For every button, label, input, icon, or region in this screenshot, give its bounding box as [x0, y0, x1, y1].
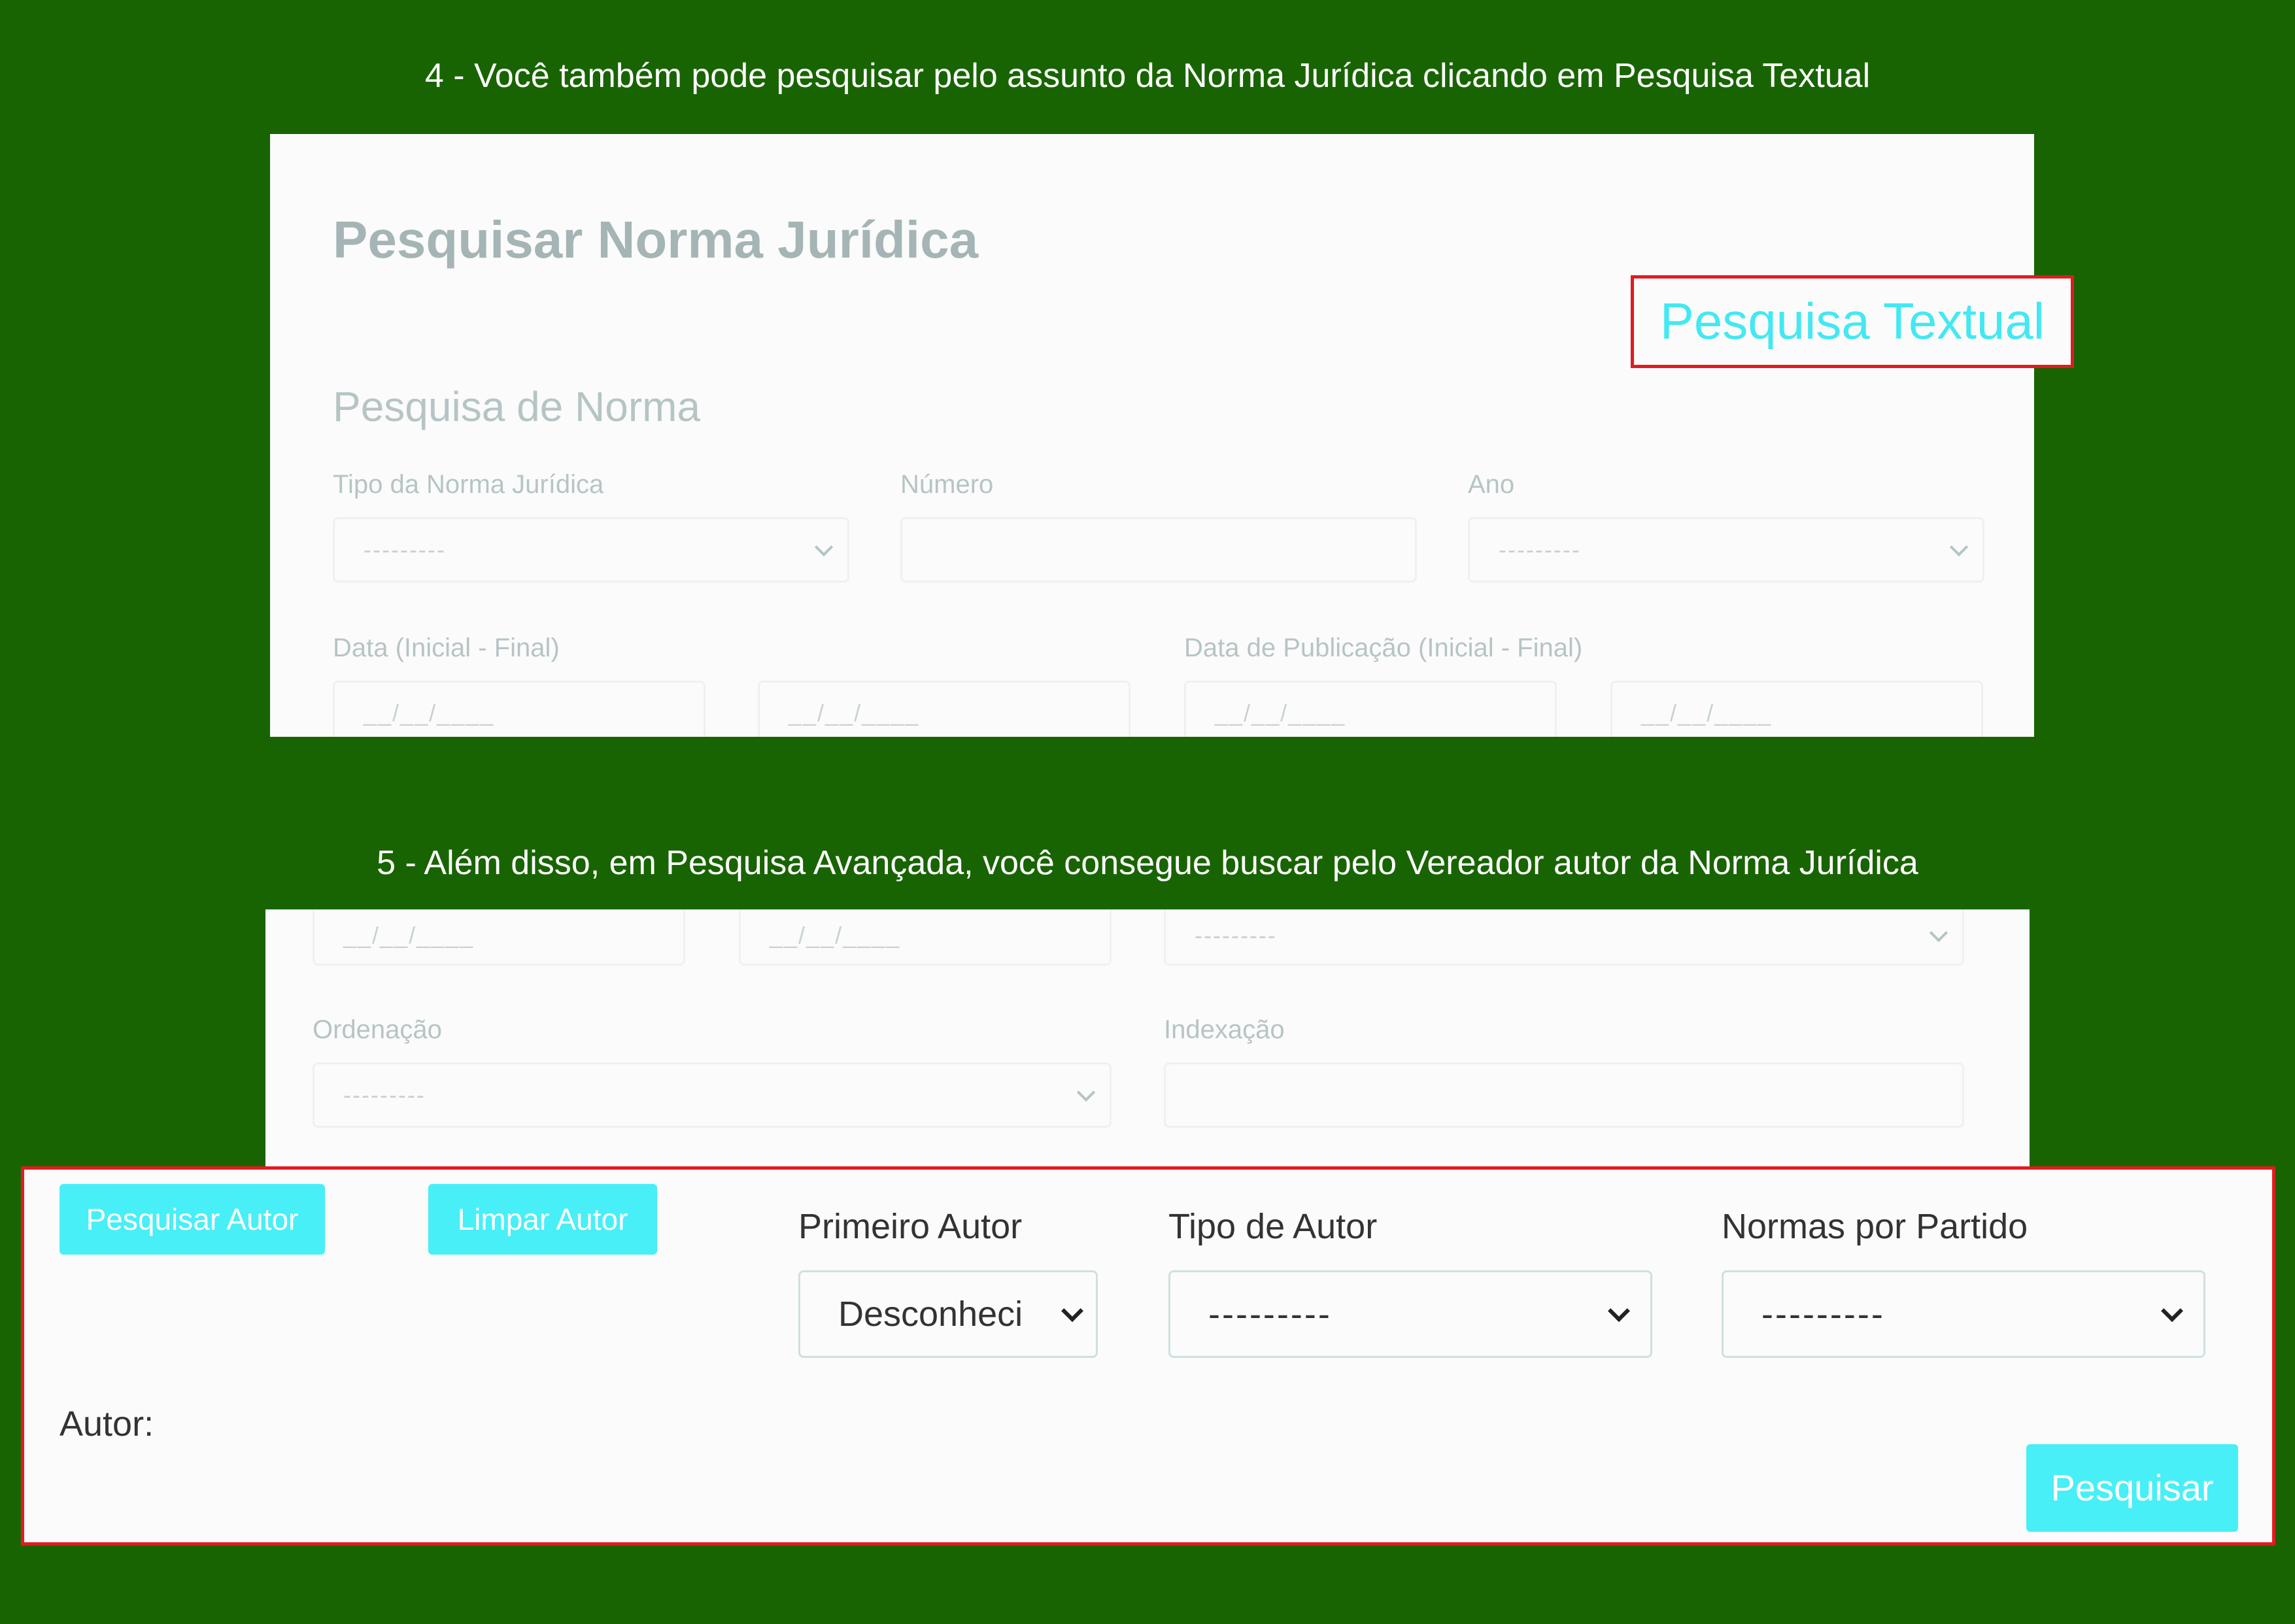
pesquisa-textual-link[interactable]: Pesquisa Textual: [1631, 275, 2074, 368]
step-4-caption: 4 - Você também pode pesquisar pelo assu…: [424, 57, 1871, 95]
tipo-autor-select[interactable]: ---------: [1168, 1270, 1652, 1358]
step-5-caption: 5 - Além disso, em Pesquisa Avançada, vo…: [377, 844, 1918, 882]
advanced-search-panel: __/__/____ __/__/____ --------- Ordenaçã…: [265, 909, 2030, 1171]
publicacao-inicial-input[interactable]: __/__/____: [1184, 681, 1557, 737]
primeiro-autor-label: Primeiro Autor: [798, 1207, 1023, 1246]
date-b-input[interactable]: __/__/____: [739, 909, 1112, 966]
data-publicacao-label: Data de Publicação (Inicial - Final): [1184, 634, 1583, 662]
data-label: Data (Inicial - Final): [333, 634, 560, 662]
ano-label: Ano: [1468, 470, 1515, 499]
ordenacao-label: Ordenação: [313, 1015, 442, 1044]
primeiro-autor-select[interactable]: Desconheci: [798, 1270, 1098, 1358]
page-title: Pesquisar Norma Jurídica: [333, 211, 979, 269]
norma-search-panel: Pesquisar Norma Jurídica Pesquisa de Nor…: [270, 134, 2034, 737]
chevron-down-icon: [1608, 1300, 1630, 1323]
chevron-down-icon: [1929, 923, 1948, 943]
data-final-input[interactable]: __/__/____: [758, 681, 1130, 737]
normas-partido-label: Normas por Partido: [1722, 1207, 2028, 1246]
autor-label: Autor:: [60, 1404, 154, 1444]
publicacao-final-input[interactable]: __/__/____: [1610, 681, 1983, 737]
author-search-panel: Pesquisar Autor Limpar Autor Primeiro Au…: [21, 1166, 2275, 1546]
tipo-norma-label: Tipo da Norma Jurídica: [333, 470, 604, 499]
date-a-input[interactable]: __/__/____: [313, 909, 685, 966]
ano-select[interactable]: ---------: [1468, 517, 1984, 583]
ordenacao-select[interactable]: ---------: [313, 1062, 1112, 1128]
chevron-down-icon: [814, 537, 834, 557]
top-select[interactable]: ---------: [1164, 909, 1964, 966]
numero-label: Número: [900, 470, 994, 499]
indexacao-input[interactable]: [1164, 1062, 1964, 1128]
limpar-autor-button[interactable]: Limpar Autor: [428, 1184, 657, 1255]
section-title: Pesquisa de Norma: [333, 383, 701, 430]
numero-input[interactable]: [900, 517, 1417, 583]
chevron-down-icon: [1949, 537, 1969, 557]
chevron-down-icon: [1076, 1083, 1096, 1102]
chevron-down-icon: [2161, 1300, 2183, 1323]
pesquisar-button[interactable]: Pesquisar: [2026, 1444, 2238, 1532]
tipo-norma-select[interactable]: ---------: [333, 517, 849, 583]
data-inicial-input[interactable]: __/__/____: [333, 681, 706, 737]
chevron-down-icon: [1061, 1300, 1083, 1323]
tipo-autor-label: Tipo de Autor: [1168, 1207, 1378, 1246]
normas-partido-select[interactable]: ---------: [1722, 1270, 2205, 1358]
indexacao-label: Indexação: [1164, 1015, 1285, 1044]
pesquisar-autor-button[interactable]: Pesquisar Autor: [60, 1184, 325, 1255]
